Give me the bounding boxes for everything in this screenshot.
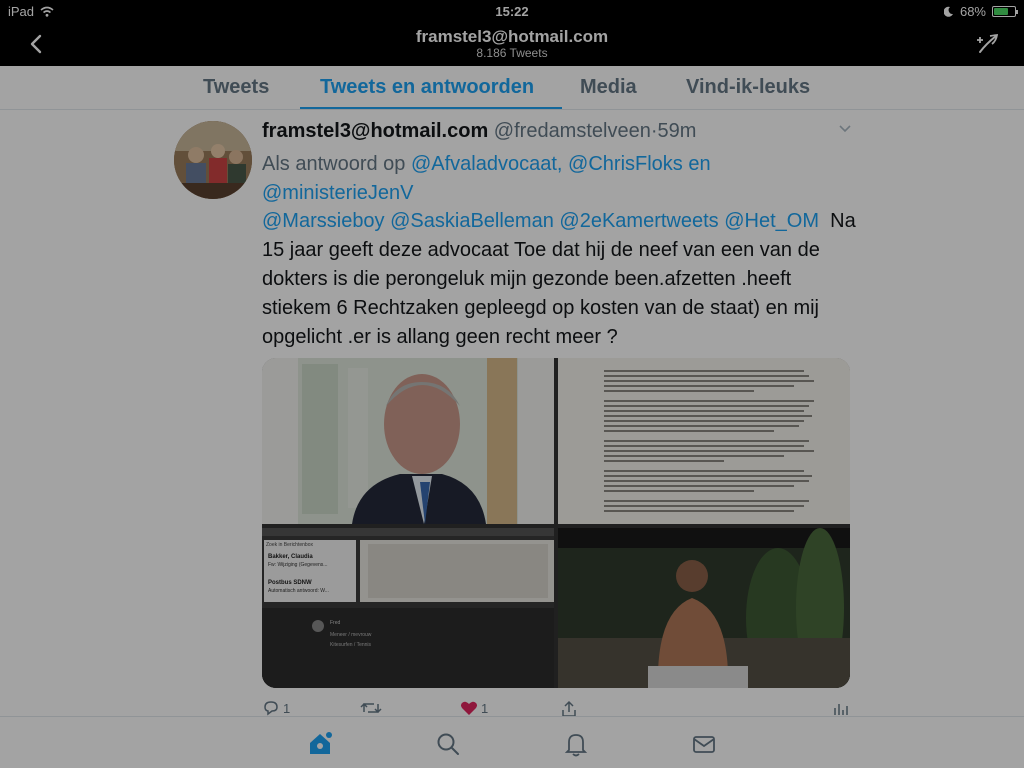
battery-level [994,8,1008,15]
heart-icon[interactable] [460,700,478,716]
nav-subtitle: 8.186 Tweets [476,46,548,60]
battery-percent: 68% [959,4,986,19]
tweet[interactable]: framstel3@hotmail.com @fredamstelveen·59… [0,110,1024,717]
mail-item: Postbus SDNW [268,580,312,586]
tweet-header: framstel3@hotmail.com @fredamstelveen·59… [262,120,696,143]
handle[interactable]: @fredamstelveen [494,120,651,142]
messages-icon[interactable] [691,731,717,757]
mail-search: Zoek in Berichtenbox [266,542,313,548]
display-name[interactable]: framstel3@hotmail.com [262,120,488,142]
svg-text:Kitesurfen / Tennis: Kitesurfen / Tennis [330,642,372,648]
mail-item: Bakker, Claudia [268,554,313,560]
avatar-photo [174,121,252,199]
reply-count: 1 [283,700,291,716]
body-mention[interactable]: @SaskiaBelleman [390,210,554,232]
search-icon[interactable] [435,731,461,757]
tab-tweets-and-replies[interactable]: Tweets en antwoorden [320,76,534,99]
svg-text:Fred: Fred [330,620,341,626]
tweet-time: 59m [657,120,697,142]
tab-tweets[interactable]: Tweets [203,76,269,99]
reply-mention-joiner[interactable]: en [688,153,710,175]
bottom-tab-bar [0,716,1024,768]
status-right: 68% [943,4,1018,19]
separator-dot: · [650,120,658,142]
media-photo-outdoor[interactable] [558,528,850,688]
reply-mention[interactable]: @ministerieJenV [262,182,413,204]
tab-media[interactable]: Media [580,76,637,99]
mail-item: Fw: Wijziging (Gegevens... [268,562,328,568]
body-mention[interactable]: @2eKamertweets [559,210,718,232]
caret-down-icon[interactable] [838,124,852,134]
status-time: 15:22 [495,4,529,19]
status-bar: iPad 15:22 68% [0,0,1024,22]
notifications-icon[interactable] [563,731,589,757]
nav-title: framstel3@hotmail.com [415,27,609,46]
home-icon[interactable] [307,731,333,757]
like-action[interactable]: 1 [460,700,488,716]
reply-mention[interactable]: @ChrisFloks [568,153,683,175]
profile-tabs: Tweets Tweets en antwoorden Media Vind-i… [0,66,1024,110]
analytics-icon[interactable] [832,700,848,716]
tab-likes[interactable]: Vind-ik-leuks [686,76,810,99]
nav-bar: framstel3@hotmail.com 8.186 Tweets [0,22,1024,66]
media-grid: Fred Meneer / mevrouw Kitesurfen / Tenni… [262,358,850,688]
like-count: 1 [481,700,489,716]
avatar[interactable] [174,121,252,199]
media-screenshot-mail[interactable]: Fred Meneer / mevrouw Kitesurfen / Tenni… [262,528,554,688]
reply-icon[interactable] [262,700,280,716]
body-mention[interactable]: @Het_OM [724,210,819,232]
compose-icon[interactable] [976,32,1000,56]
reply-mention[interactable]: @Afvaladvocaat, [411,153,563,175]
active-tab-indicator [300,107,562,109]
retweet-action[interactable] [360,700,385,716]
analytics-action[interactable] [832,700,848,716]
reply-action[interactable]: 1 [262,700,290,716]
retweet-icon[interactable] [360,700,382,716]
battery-icon [992,6,1018,17]
media-document-scan[interactable] [558,358,850,524]
svg-text:Meneer / mevrouw: Meneer / mevrouw [330,632,372,638]
moon-icon [943,6,953,17]
reply-context: Als antwoord op @Afvaladvocaat, @ChrisFl… [262,150,862,208]
body-mention[interactable]: @Marssieboy [262,210,385,232]
tweet-text: @Marssieboy @SaskiaBelleman @2eKamertwee… [262,207,862,352]
mail-item: Automatisch antwoord: W... [268,588,329,594]
reply-prefix: Als antwoord op [262,153,406,175]
media-photo-portrait[interactable] [262,358,554,524]
